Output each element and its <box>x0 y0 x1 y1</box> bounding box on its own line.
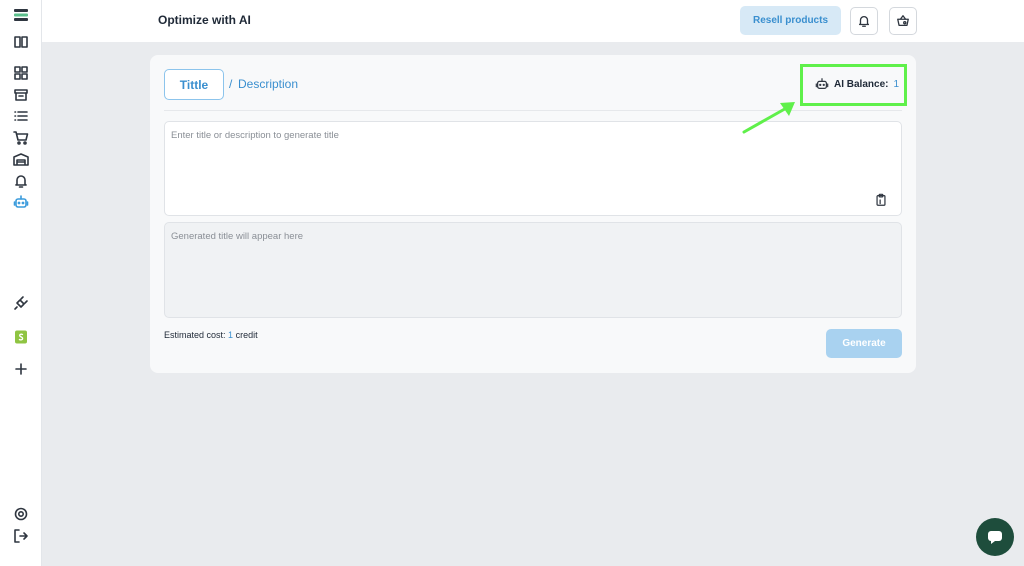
archive-icon[interactable] <box>11 85 31 105</box>
cart-button[interactable] <box>889 7 917 35</box>
chat-button[interactable] <box>976 518 1014 556</box>
logout-icon[interactable] <box>11 526 31 546</box>
tab-separator: / <box>229 77 233 91</box>
plus-icon[interactable] <box>11 359 31 379</box>
settings-icon[interactable] <box>11 504 31 524</box>
warehouse-icon[interactable] <box>11 149 31 169</box>
dashboard-icon[interactable] <box>11 63 31 83</box>
bell-icon[interactable] <box>11 171 31 191</box>
cost-value: 1 <box>228 330 234 340</box>
notifications-button[interactable] <box>850 7 878 35</box>
list-icon[interactable] <box>11 106 31 126</box>
highlight-box <box>800 64 907 106</box>
sidebar <box>0 0 42 566</box>
chat-icon <box>988 531 1002 544</box>
plug-icon[interactable] <box>11 293 31 313</box>
book-icon[interactable] <box>11 32 31 52</box>
tab-description[interactable]: Description <box>238 77 298 91</box>
bell-icon <box>858 15 870 27</box>
header: Optimize with AI Resell products <box>42 0 1024 42</box>
estimated-cost: Estimated cost: 1 credit <box>164 330 258 340</box>
page-title: Optimize with AI <box>158 13 251 27</box>
optimize-card: Tittle / Description AI Balance: 1 Enter… <box>150 55 916 373</box>
output-placeholder: Generated title will appear here <box>171 231 304 242</box>
resell-products-button[interactable]: Resell products <box>740 6 841 35</box>
tab-title[interactable]: Tittle <box>164 69 224 100</box>
robot-icon[interactable] <box>11 192 31 212</box>
cart-icon <box>897 15 909 27</box>
shopify-icon[interactable] <box>11 327 31 347</box>
logo-icon[interactable] <box>11 5 31 25</box>
cost-unit: credit <box>235 330 258 340</box>
cost-label: Estimated cost: <box>164 330 226 340</box>
input-placeholder: Enter title or description to generate t… <box>171 130 339 141</box>
generated-output: Generated title will appear here <box>164 222 902 318</box>
paste-icon[interactable] <box>874 193 888 207</box>
annotation-arrow-icon <box>742 102 795 134</box>
generate-button[interactable]: Generate <box>826 329 902 358</box>
cart-icon[interactable] <box>11 128 31 148</box>
